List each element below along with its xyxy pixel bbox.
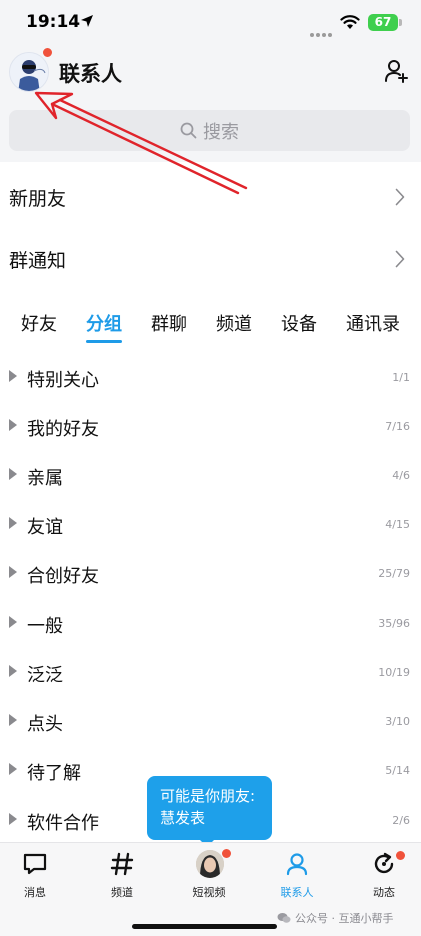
group-count: 4/15 <box>385 518 410 531</box>
group-name: 合创好友 <box>27 566 99 587</box>
group-name: 泛泛 <box>27 665 63 686</box>
tab-channels[interactable]: 频道 <box>216 310 252 336</box>
avatar-notification-badge <box>42 47 53 58</box>
new-friends-row[interactable]: 新朋友 <box>0 166 421 228</box>
tooltip-line-2: 慧发表 <box>160 809 206 827</box>
location-arrow-icon <box>81 15 93 27</box>
tab-address-book[interactable]: 通讯录 <box>346 310 400 336</box>
group-item[interactable]: 泛泛 10/19 <box>0 649 421 698</box>
battery-tip <box>399 19 402 26</box>
contacts-icon <box>286 853 308 876</box>
nav-feed[interactable]: 动态 <box>349 849 419 903</box>
expand-arrow-icon <box>9 813 17 825</box>
video-avatar <box>196 850 224 878</box>
new-friends-label: 新朋友 <box>9 188 67 210</box>
group-name: 我的好友 <box>27 419 99 440</box>
nav-label: 短视频 <box>192 886 226 899</box>
group-count: 1/1 <box>392 371 410 384</box>
group-name: 亲属 <box>27 468 63 489</box>
group-item[interactable]: 友谊 4/15 <box>0 501 421 550</box>
nav-label: 联系人 <box>280 886 314 899</box>
watermark: 公众号 · 互通小帮手 <box>277 910 394 926</box>
add-friend-icon[interactable] <box>384 58 410 84</box>
feed-notification-badge <box>396 851 405 860</box>
nav-label: 动态 <box>373 886 395 899</box>
search-input[interactable]: 搜索 <box>9 110 410 151</box>
wifi-icon <box>340 15 360 29</box>
group-item[interactable]: 我的好友 7/16 <box>0 403 421 452</box>
group-item[interactable]: 亲属 4/6 <box>0 452 421 501</box>
search-section: 搜索 <box>0 98 421 162</box>
tab-groups[interactable]: 分组 <box>86 310 122 336</box>
group-count: 2/6 <box>392 814 410 827</box>
tab-friends[interactable]: 好友 <box>21 310 57 336</box>
nav-channels[interactable]: 频道 <box>87 849 157 903</box>
group-item[interactable]: 合创好友 25/79 <box>0 550 421 599</box>
search-placeholder-wrap: 搜索 <box>9 110 410 151</box>
nav-label: 频道 <box>111 886 133 899</box>
refresh-icon <box>374 852 394 874</box>
group-item[interactable]: 特别关心 1/1 <box>0 354 421 403</box>
chevron-right-icon <box>395 250 405 268</box>
search-placeholder: 搜索 <box>203 121 239 143</box>
friend-suggestion-tooltip[interactable]: 可能是你朋友: 慧发表 <box>147 776 272 840</box>
expand-arrow-icon <box>9 665 17 677</box>
active-tab-indicator <box>86 340 122 343</box>
status-time: 19:14 <box>26 12 81 32</box>
group-name: 点头 <box>27 714 63 735</box>
group-name: 待了解 <box>27 763 81 784</box>
group-count: 4/6 <box>392 469 410 482</box>
nav-contacts[interactable]: 联系人 <box>262 849 332 903</box>
expand-arrow-icon <box>9 616 17 628</box>
status-bar: 19:14 67 <box>0 0 421 46</box>
group-count: 10/19 <box>378 666 410 679</box>
expand-arrow-icon <box>9 468 17 480</box>
nav-short-video[interactable]: 短视频 <box>174 849 244 903</box>
expand-arrow-icon <box>9 517 17 529</box>
tab-devices[interactable]: 设备 <box>281 310 317 336</box>
group-name: 一般 <box>27 616 63 637</box>
group-name: 友谊 <box>27 517 63 538</box>
watermark-text: 公众号 · 互通小帮手 <box>295 912 394 925</box>
group-count: 5/14 <box>385 764 410 777</box>
page-title: 联系人 <box>59 62 122 86</box>
group-count: 35/96 <box>378 617 410 630</box>
expand-arrow-icon <box>9 419 17 431</box>
home-indicator <box>132 924 277 929</box>
group-count: 3/10 <box>385 715 410 728</box>
hash-icon <box>110 852 134 876</box>
group-count: 25/79 <box>378 567 410 580</box>
group-notifications-label: 群通知 <box>9 250 67 272</box>
nav-label: 消息 <box>24 886 46 899</box>
group-item[interactable]: 一般 35/96 <box>0 600 421 649</box>
cellular-signal-icon <box>310 22 336 37</box>
video-notification-badge <box>222 849 231 858</box>
tooltip-line-1: 可能是你朋友: <box>160 787 256 805</box>
group-name: 特别关心 <box>27 370 99 391</box>
group-name: 软件合作 <box>27 813 99 834</box>
header: 联系人 <box>0 46 421 98</box>
avatar-illustration <box>10 53 48 91</box>
avatar[interactable] <box>9 52 49 92</box>
expand-arrow-icon <box>9 566 17 578</box>
search-icon <box>180 122 197 139</box>
group-item[interactable]: 点头 3/10 <box>0 698 421 747</box>
battery-indicator: 67 <box>368 14 398 31</box>
message-icon <box>23 853 47 875</box>
expand-arrow-icon <box>9 370 17 382</box>
wechat-icon <box>277 913 291 923</box>
contact-tabs: 好友 分组 群聊 频道 设备 通讯录 <box>0 300 421 348</box>
group-count: 7/16 <box>385 420 410 433</box>
chevron-right-icon <box>395 188 405 206</box>
group-notifications-row[interactable]: 群通知 <box>0 228 421 290</box>
expand-arrow-icon <box>9 714 17 726</box>
expand-arrow-icon <box>9 763 17 775</box>
tab-group-chats[interactable]: 群聊 <box>151 310 187 336</box>
nav-messages[interactable]: 消息 <box>0 849 70 903</box>
